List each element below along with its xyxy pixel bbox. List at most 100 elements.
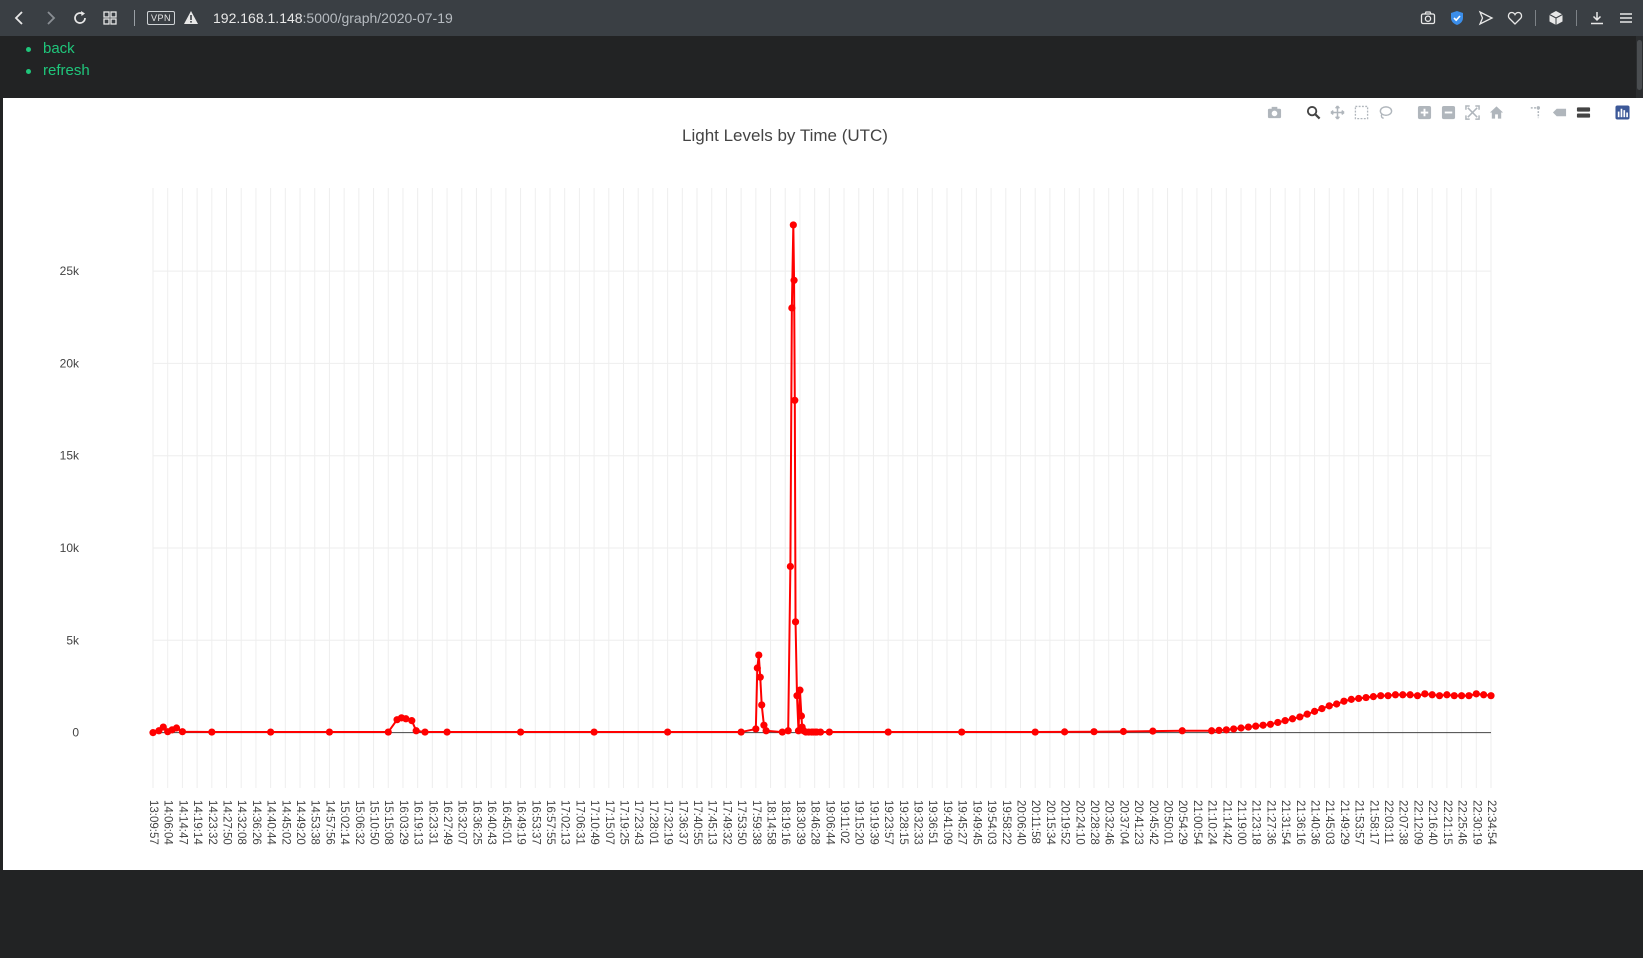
x-tick-label: 15:06:32 (353, 800, 365, 845)
tabs-grid-icon[interactable] (100, 8, 120, 28)
data-point (1325, 702, 1333, 710)
heart-icon[interactable] (1506, 9, 1524, 27)
hover-closest-icon[interactable] (1551, 104, 1568, 121)
data-point (443, 728, 451, 736)
x-tick-label: 14:36:26 (250, 800, 262, 845)
data-point (1252, 722, 1260, 730)
camera-icon[interactable] (1419, 9, 1437, 27)
data-point (1296, 713, 1304, 721)
hover-compare-icon[interactable] (1575, 104, 1592, 121)
download-icon[interactable] (1588, 9, 1606, 27)
x-tick-label: 20:24:10 (1073, 800, 1085, 845)
reload-icon[interactable] (70, 8, 90, 28)
data-point (784, 727, 792, 735)
data-point (412, 727, 420, 735)
data-point (1428, 691, 1436, 699)
x-tick-label: 22:34:54 (1485, 800, 1497, 845)
vpn-badge[interactable]: VPN (147, 11, 176, 25)
data-point (1288, 715, 1297, 723)
forward-icon[interactable] (40, 8, 60, 28)
data-point (791, 396, 799, 404)
toolbar-divider (134, 10, 135, 26)
x-tick-label: 14:57:56 (323, 800, 335, 845)
x-tick-label: 21:53:57 (1353, 800, 1365, 845)
data-point (1303, 710, 1311, 718)
box-icon[interactable] (1547, 9, 1565, 27)
chart-title: Light Levels by Time (UTC) (682, 126, 888, 145)
x-tick-label: 19:49:45 (970, 800, 982, 845)
x-tick-label: 22:16:40 (1426, 800, 1438, 845)
data-point (384, 728, 392, 736)
y-tick-label: 25k (60, 264, 80, 278)
zoom-in-icon[interactable] (1416, 104, 1433, 121)
data-point (758, 701, 766, 709)
x-tick-label: 14:32:08 (235, 800, 247, 845)
x-tick-label: 20:50:01 (1161, 800, 1173, 845)
shield-icon[interactable] (1448, 9, 1466, 27)
x-tick-label: 14:45:02 (279, 800, 291, 845)
x-tick-label: 19:06:44 (823, 800, 835, 845)
data-point (590, 728, 598, 736)
chart[interactable]: Light Levels by Time (UTC) 0 5k 10k 15k 20k 25… (3, 98, 1643, 870)
x-tick-label: 16:27:49 (441, 800, 453, 845)
autoscale-icon[interactable] (1464, 104, 1481, 121)
x-tick-label: 22:12:09 (1411, 800, 1423, 845)
data-point (1435, 692, 1444, 700)
x-tick-label: 14:40:44 (265, 800, 277, 845)
data-point (1421, 690, 1429, 698)
camera-icon[interactable] (1266, 104, 1283, 121)
data-point (1362, 693, 1370, 702)
scrollbar-thumb[interactable] (1637, 40, 1642, 90)
plot-modebar (1266, 104, 1631, 121)
zoom-icon[interactable] (1305, 104, 1322, 121)
data-point (1406, 691, 1414, 699)
data-point (797, 712, 806, 720)
zoom-out-icon[interactable] (1440, 104, 1457, 121)
lasso-icon[interactable] (1377, 104, 1394, 121)
menu-icon[interactable] (1617, 9, 1635, 27)
refresh-link[interactable]: refresh (43, 62, 90, 79)
address-bar[interactable]: 192.168.1.148:5000/graph/2020-07-19 (213, 10, 453, 26)
spike-lines-icon[interactable] (1527, 104, 1544, 121)
pan-icon[interactable] (1329, 104, 1346, 121)
reset-axes-icon[interactable] (1488, 104, 1505, 121)
box-select-icon[interactable] (1353, 104, 1370, 121)
data-point (1274, 718, 1282, 727)
x-tick-label: 19:58:22 (1000, 800, 1012, 845)
x-tick-label: 16:53:37 (529, 800, 541, 845)
x-tick-label: 20:19:52 (1059, 800, 1071, 845)
plot-container: Light Levels by Time (UTC) 0 5k 10k 15k 20k 25… (3, 98, 1643, 870)
x-tick-label: 18:30:39 (794, 800, 806, 845)
data-point (1310, 707, 1319, 715)
plotly-logo-icon[interactable] (1614, 104, 1631, 121)
x-tick-label: 19:41:09 (941, 800, 953, 845)
send-icon[interactable] (1477, 9, 1495, 27)
back-link[interactable]: back (43, 40, 75, 57)
data-point (755, 651, 763, 659)
x-tick-label: 19:15:20 (853, 800, 865, 845)
data-point (1244, 723, 1252, 731)
x-tick-label: 16:19:13 (412, 800, 424, 845)
data-point (796, 686, 804, 694)
browser-toolbar: VPN 192.168.1.148:5000/graph/2020-07-19 (0, 0, 1643, 36)
x-tick-label: 18:46:28 (809, 800, 821, 845)
warning-icon[interactable] (183, 10, 199, 26)
x-tick-label: 18:19:16 (779, 800, 791, 845)
data-point (1149, 727, 1157, 735)
x-tick-label: 19:23:57 (882, 800, 894, 845)
data-point (1340, 697, 1348, 705)
x-tick-label: 17:53:50 (735, 800, 747, 845)
x-tick-label: 17:19:25 (617, 800, 629, 845)
x-tick-label: 21:19:00 (1235, 800, 1247, 845)
x-tick-label: 16:03:29 (397, 800, 409, 845)
data-point (1399, 691, 1407, 699)
back-icon[interactable] (10, 8, 30, 28)
data-point (1443, 691, 1451, 699)
data-point (1266, 720, 1275, 728)
x-tick-label: 22:30:19 (1470, 800, 1482, 845)
y-tick-label: 20k (60, 356, 80, 370)
data-point (325, 728, 334, 736)
x-tick-label: 19:19:39 (867, 800, 879, 845)
x-tick-label: 16:57:55 (544, 800, 556, 845)
x-tick-label: 20:54:29 (1176, 800, 1188, 845)
